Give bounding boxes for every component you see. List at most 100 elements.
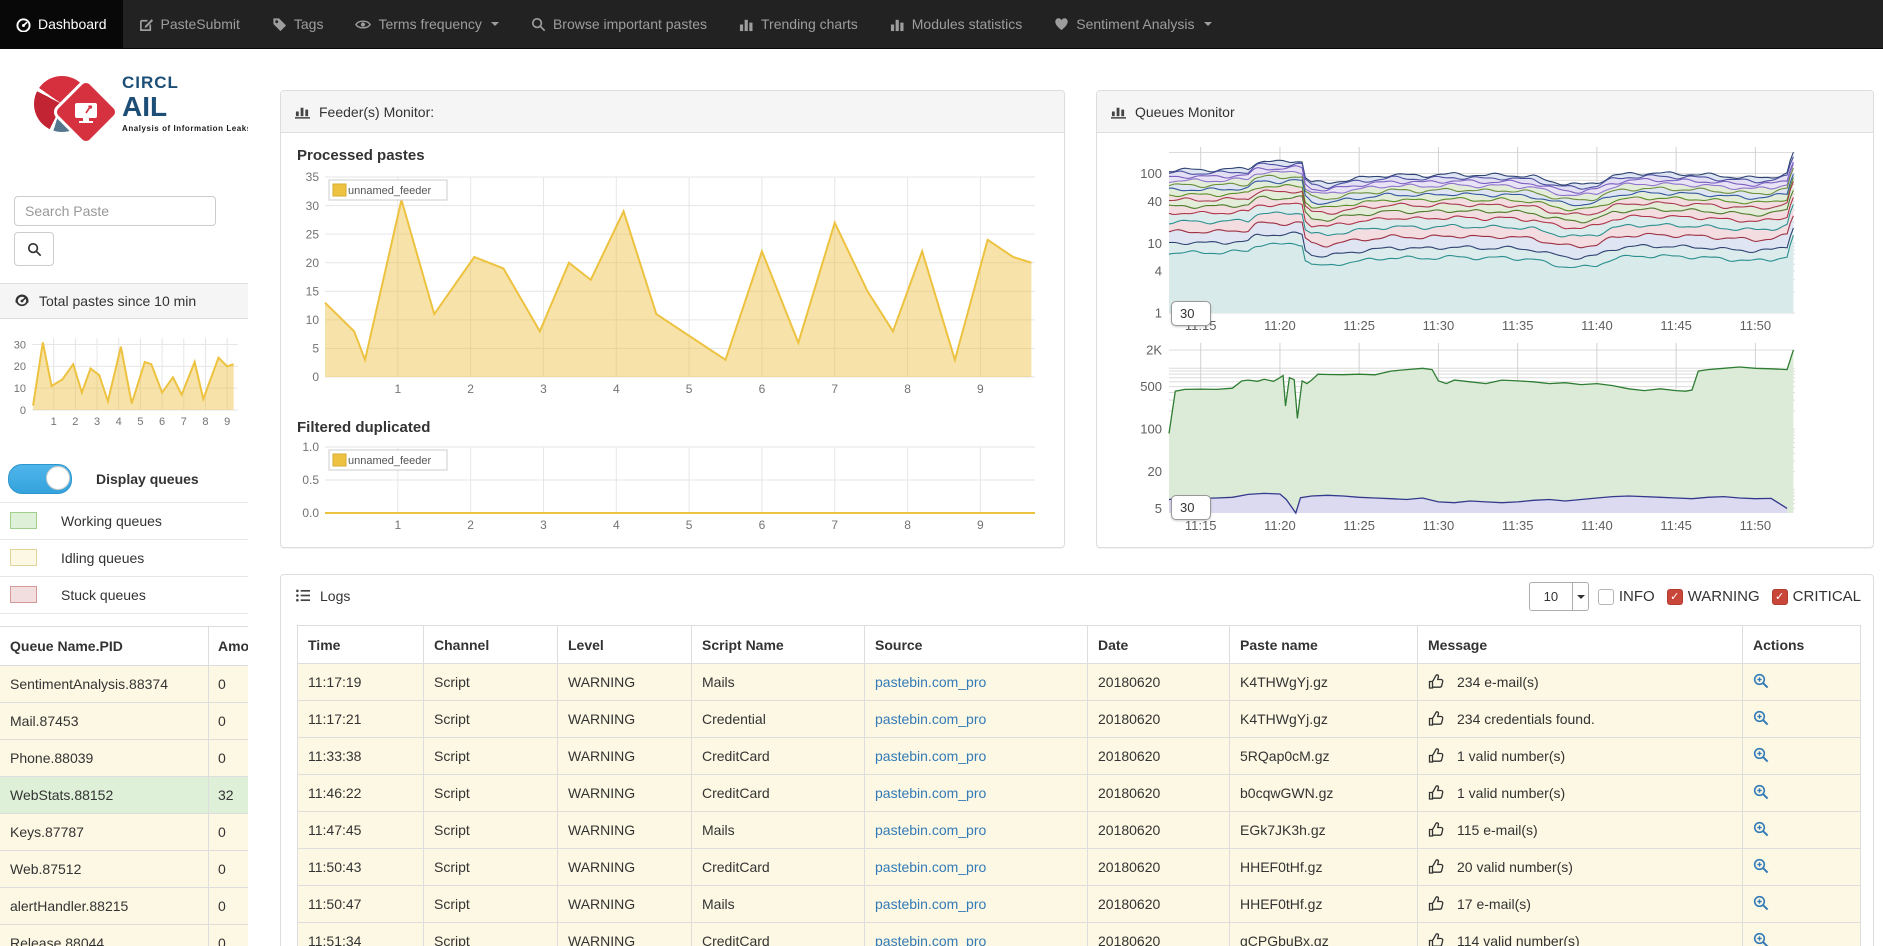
top-navbar: DashboardPasteSubmitTagsTerms frequency B…	[0, 0, 1883, 49]
info-checkbox[interactable]	[1598, 589, 1614, 605]
source-link[interactable]: pastebin.com_pro	[875, 748, 986, 764]
zoom-in-icon	[1753, 932, 1769, 946]
feeder-monitor-header: Feeder(s) Monitor:	[281, 91, 1064, 133]
heart-icon	[1054, 17, 1069, 31]
queue-row[interactable]: Mail.874530	[0, 702, 248, 739]
svg-text:30: 30	[306, 199, 320, 213]
log-date: 20180620	[1088, 701, 1230, 738]
log-channel: Script	[424, 849, 558, 886]
nav-item-label: Browse important pastes	[553, 16, 707, 32]
log-row: 11:51:34ScriptWARNINGCreditCardpastebin.…	[298, 923, 1861, 946]
log-script: Mails	[692, 664, 865, 701]
nav-item-tags[interactable]: Tags	[256, 0, 340, 48]
log-channel: Script	[424, 738, 558, 775]
log-row: 11:33:38ScriptWARNINGCreditCardpastebin.…	[298, 738, 1861, 775]
source-link[interactable]: pastebin.com_pro	[875, 711, 986, 727]
queues-top-interval-input[interactable]: 30	[1171, 301, 1211, 326]
bar-chart-icon	[295, 104, 310, 119]
queue-amount: 0	[208, 888, 248, 924]
log-source: pastebin.com_pro	[865, 738, 1088, 775]
filter-info[interactable]: INFO	[1598, 588, 1655, 605]
queue-row[interactable]: alertHandler.882150	[0, 887, 248, 924]
queues-bottom-interval-input[interactable]: 30	[1171, 495, 1211, 520]
svg-text:5: 5	[137, 416, 143, 428]
svg-text:11:35: 11:35	[1502, 518, 1534, 533]
svg-text:0.0: 0.0	[302, 506, 319, 520]
log-paste-name: b0cqwGWN.gz	[1230, 775, 1418, 812]
log-row: 11:17:21ScriptWARNINGCredentialpastebin.…	[298, 701, 1861, 738]
log-message: 1 valid number(s)	[1418, 738, 1743, 775]
thumbs-up-icon	[1428, 933, 1445, 946]
log-level: WARNING	[558, 923, 692, 946]
filter-warning[interactable]: ✓WARNING	[1667, 588, 1760, 605]
tag-icon	[272, 17, 287, 32]
filter-critical[interactable]: ✓ CRITICAL	[1772, 588, 1861, 605]
zoom-action-button[interactable]	[1753, 784, 1769, 800]
svg-text:11:25: 11:25	[1343, 318, 1375, 333]
source-link[interactable]: pastebin.com_pro	[875, 674, 986, 690]
search-icon	[27, 242, 42, 257]
nav-item-browse-important-pastes[interactable]: Browse important pastes	[515, 0, 723, 48]
source-link[interactable]: pastebin.com_pro	[875, 822, 986, 838]
svg-text:0.5: 0.5	[302, 473, 319, 487]
svg-text:7: 7	[181, 416, 187, 428]
search-paste-input[interactable]	[14, 196, 216, 226]
log-source: pastebin.com_pro	[865, 849, 1088, 886]
queue-row[interactable]: Release.880440	[0, 924, 248, 946]
log-source: pastebin.com_pro	[865, 886, 1088, 923]
queue-row[interactable]: WebStats.8815232	[0, 776, 248, 813]
nav-item-terms-frequency[interactable]: Terms frequency	[339, 0, 514, 48]
log-script: CreditCard	[692, 775, 865, 812]
chevron-down-icon	[1204, 22, 1212, 26]
source-link[interactable]: pastebin.com_pro	[875, 896, 986, 912]
critical-checkbox[interactable]: ✓	[1772, 589, 1788, 605]
nav-item-pastesubmit[interactable]: PasteSubmit	[123, 0, 256, 48]
logs-col-channel: Channel	[424, 626, 558, 664]
log-paste-name: K4THWgYj.gz	[1230, 664, 1418, 701]
source-link[interactable]: pastebin.com_pro	[875, 933, 986, 946]
svg-text:9: 9	[224, 416, 230, 428]
svg-text:11:30: 11:30	[1423, 318, 1455, 333]
zoom-action-button[interactable]	[1753, 932, 1769, 946]
nav-item-trending-charts[interactable]: Trending charts	[723, 0, 874, 48]
svg-text:11:45: 11:45	[1660, 318, 1692, 333]
source-link[interactable]: pastebin.com_pro	[875, 859, 986, 875]
search-submit-button[interactable]	[14, 232, 54, 266]
logs-title: Logs	[320, 588, 350, 604]
logs-col-level: Level	[558, 626, 692, 664]
queue-row[interactable]: Phone.880390	[0, 739, 248, 776]
queue-name: alertHandler.88215	[0, 898, 208, 914]
queue-row[interactable]: Web.875120	[0, 850, 248, 887]
queues-monitor-header: Queues Monitor	[1097, 91, 1873, 133]
svg-text:5: 5	[1155, 501, 1162, 516]
source-link[interactable]: pastebin.com_pro	[875, 785, 986, 801]
legend-swatch	[10, 549, 37, 566]
queue-row[interactable]: SentimentAnalysis.883740	[0, 665, 248, 702]
log-paste-name: 5RQap0cM.gz	[1230, 738, 1418, 775]
zoom-action-button[interactable]	[1753, 673, 1769, 689]
queue-row[interactable]: Keys.877870	[0, 813, 248, 850]
log-level: WARNING	[558, 701, 692, 738]
nav-item-sentiment-analysis[interactable]: Sentiment Analysis	[1038, 0, 1227, 48]
nav-item-dashboard[interactable]: Dashboard	[0, 0, 123, 48]
log-date: 20180620	[1088, 886, 1230, 923]
log-message: 17 e-mail(s)	[1418, 886, 1743, 923]
thumbs-up-icon	[1428, 711, 1445, 727]
zoom-action-button[interactable]	[1753, 895, 1769, 911]
display-queues-label: Display queues	[96, 471, 199, 487]
zoom-action-button[interactable]	[1753, 858, 1769, 874]
nav-item-modules-statistics[interactable]: Modules statistics	[874, 0, 1038, 48]
total-pastes-header: Total pastes since 10 min	[0, 283, 248, 319]
zoom-action-button[interactable]	[1753, 821, 1769, 837]
zoom-action-button[interactable]	[1753, 710, 1769, 726]
zoom-action-button[interactable]	[1753, 747, 1769, 763]
filter-label: CRITICAL	[1793, 588, 1861, 605]
svg-text:11:40: 11:40	[1581, 518, 1613, 533]
logs-header-row: TimeChannelLevelScript NameSourceDatePas…	[298, 626, 1861, 664]
page-size-select[interactable]: 10	[1529, 582, 1589, 611]
warning-checkbox[interactable]: ✓	[1667, 589, 1683, 605]
display-queues-toggle[interactable]	[8, 464, 72, 494]
svg-text:6: 6	[759, 382, 766, 396]
log-channel: Script	[424, 923, 558, 946]
log-channel: Script	[424, 775, 558, 812]
